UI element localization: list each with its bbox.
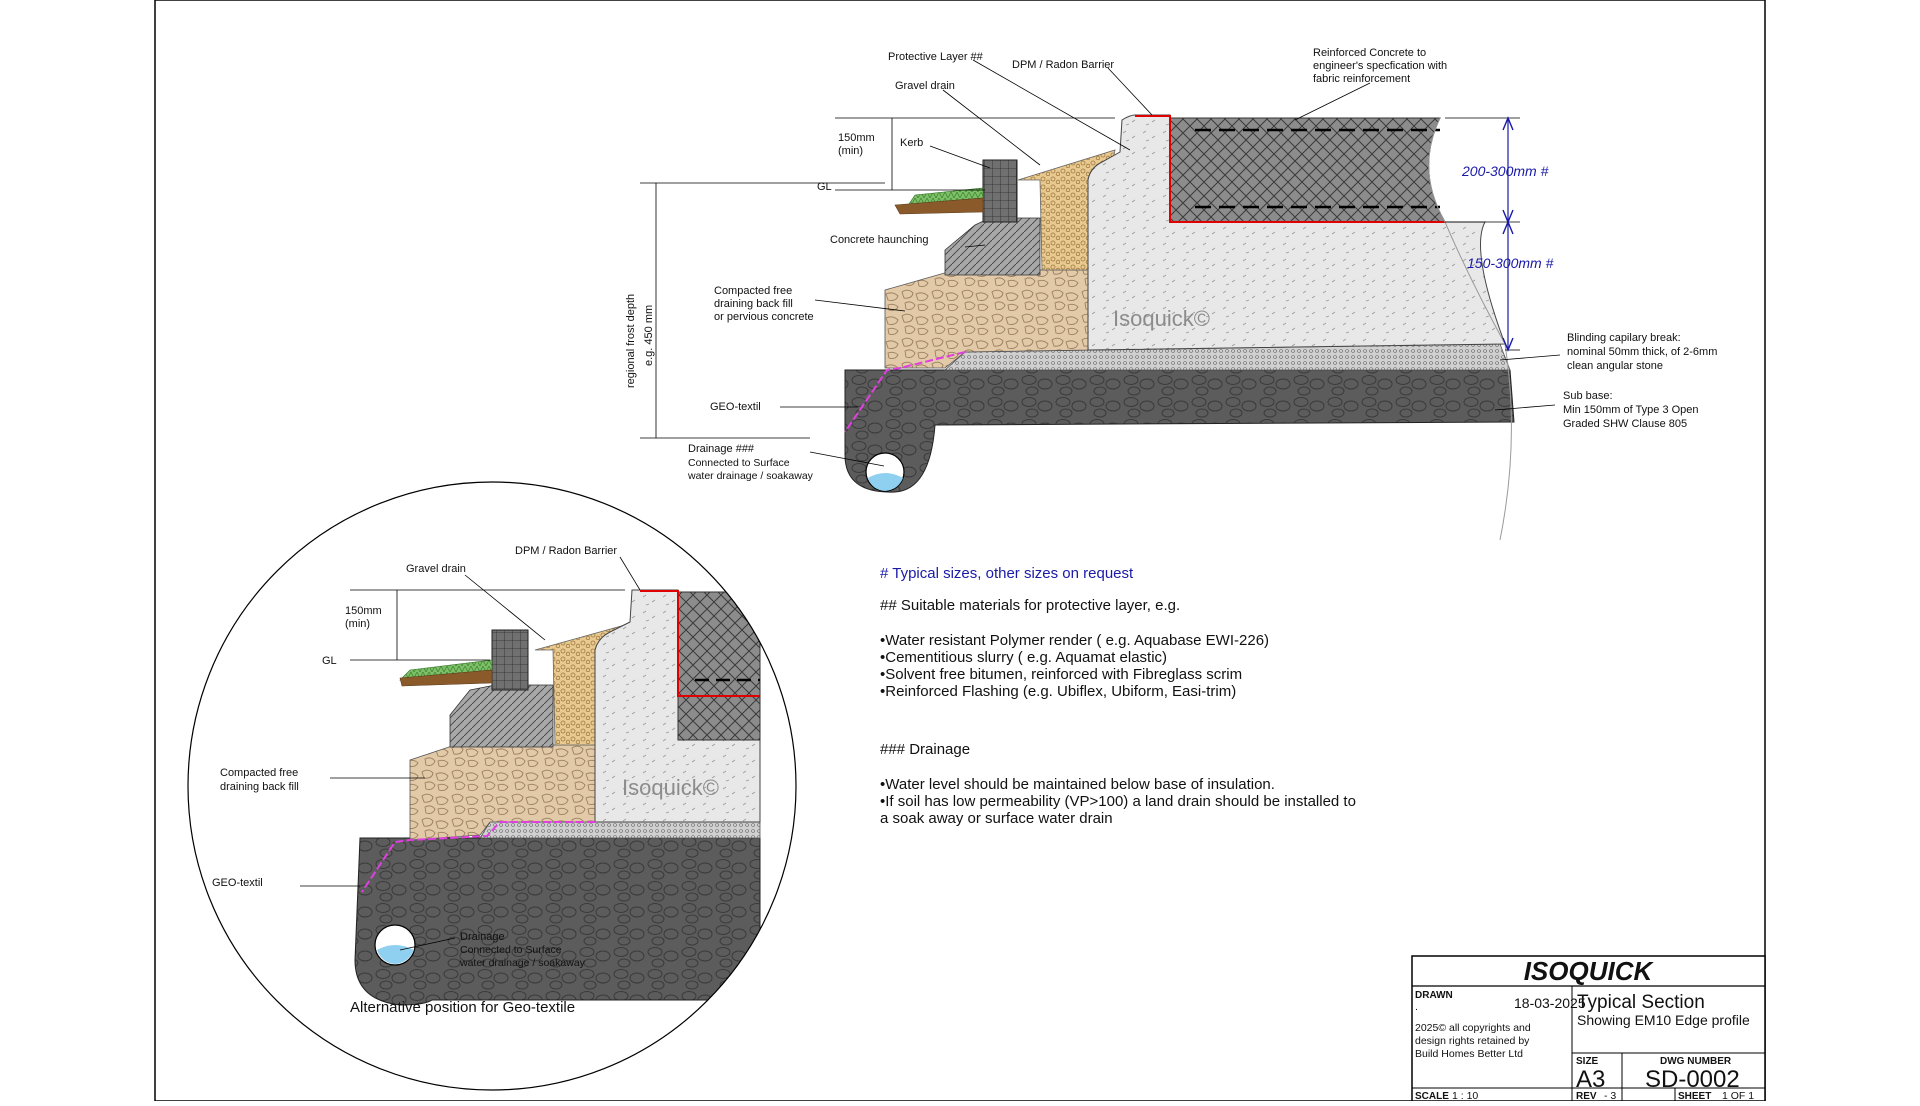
label-backfill-3: or pervious concrete bbox=[714, 311, 814, 323]
label-blinding-2: nominal 50mm thick, of 2-6mm bbox=[1567, 346, 1717, 358]
detail-label-backfill-2: draining back fill bbox=[220, 781, 299, 793]
tb-rev: - 3 bbox=[1604, 1090, 1616, 1101]
note-drainage-3: a soak away or surface water drain bbox=[880, 810, 1113, 827]
tb-copyright-1: 2025© all copyrights and bbox=[1415, 1022, 1531, 1034]
tb-drawn-label: DRAWN bbox=[1415, 990, 1453, 1001]
label-blinding-1: Blinding capilary break: bbox=[1567, 332, 1681, 344]
tb-sheet: 1 OF 1 bbox=[1722, 1090, 1754, 1101]
tb-title: Typical Section bbox=[1577, 992, 1705, 1013]
note-drainage-2: •If soil has low permeability (VP>100) a… bbox=[880, 793, 1356, 810]
label-150mm: 150mm bbox=[838, 132, 875, 144]
detail-slab bbox=[677, 591, 761, 741]
note-material-2: •Cementitious slurry ( e.g. Aquamat elas… bbox=[880, 649, 1167, 666]
note-material-3: •Solvent free bitumen, reinforced with F… bbox=[880, 666, 1242, 683]
label-frost-2: e.g. 450 mm bbox=[643, 305, 655, 366]
tb-sheet-label: SHEET bbox=[1678, 1091, 1711, 1101]
note-material-1: •Water resistant Polymer render ( e.g. A… bbox=[880, 632, 1269, 649]
tb-subtitle: Showing EM10 Edge profile bbox=[1577, 1012, 1750, 1028]
detail-label-dpm: DPM / Radon Barrier bbox=[515, 545, 617, 557]
title-block: ISOQUICK DRAWN . 18-03-2025 2025© all co… bbox=[1411, 955, 1766, 1102]
concrete-haunching bbox=[944, 217, 1041, 276]
label-protective-layer: Protective Layer ## bbox=[888, 51, 984, 63]
detail-label-min: (min) bbox=[345, 618, 370, 630]
main-watermark: Isoquick© bbox=[1113, 306, 1210, 331]
label-subbase-2: Min 150mm of Type 3 Open bbox=[1563, 404, 1699, 416]
label-gl: GL bbox=[817, 181, 832, 193]
note-typical: # Typical sizes, other sizes on request bbox=[880, 565, 1134, 582]
detail-sub-base bbox=[354, 837, 761, 1006]
label-drainage-3: water drainage / soakaway bbox=[687, 470, 814, 482]
tb-drawn-dot: . bbox=[1415, 1001, 1418, 1013]
label-subbase-3: Graded SHW Clause 805 bbox=[1563, 418, 1687, 430]
tb-scale: 1 : 10 bbox=[1452, 1090, 1478, 1101]
label-min: (min) bbox=[838, 145, 863, 157]
sub-base-layer bbox=[844, 369, 1515, 493]
label-drainage-2: Connected to Surface bbox=[688, 457, 790, 469]
label-backfill-1: Compacted free bbox=[714, 285, 792, 297]
note-materials-head: ## Suitable materials for protective lay… bbox=[880, 597, 1180, 614]
note-drainage-1: •Water level should be maintained below … bbox=[880, 776, 1275, 793]
tb-scale-label: SCALE bbox=[1415, 1091, 1449, 1101]
detail-label-gravel: Gravel drain bbox=[406, 563, 466, 575]
detail-label-gl: GL bbox=[322, 655, 337, 667]
detail-haunching bbox=[449, 684, 554, 748]
notes-block: # Typical sizes, other sizes on request … bbox=[880, 565, 1356, 827]
tb-copyright-2: design rights retained by bbox=[1415, 1035, 1530, 1047]
label-subbase-1: Sub base: bbox=[1563, 390, 1613, 402]
detail-watermark: Isoquick© bbox=[622, 775, 719, 800]
label-reinforced-2: engineer's specfication with bbox=[1313, 60, 1447, 72]
detail-label-drainage-3: water drainage / soakaway bbox=[459, 957, 586, 969]
detail-blinding bbox=[479, 821, 761, 839]
tb-company: ISOQUICK bbox=[1524, 956, 1655, 986]
label-kerb: Kerb bbox=[900, 137, 923, 149]
tb-copyright-3: Build Homes Better Ltd bbox=[1415, 1048, 1523, 1060]
note-drainage-head: ### Drainage bbox=[880, 741, 970, 758]
detail-caption: Alternative position for Geo-textile bbox=[350, 999, 575, 1016]
label-reinforced-3: fabric reinforcement bbox=[1313, 73, 1410, 85]
label-frost-1: regional frost depth bbox=[625, 294, 637, 388]
note-material-4: •Reinforced Flashing (e.g. Ubiflex, Ubif… bbox=[880, 683, 1236, 700]
detail-label-150: 150mm bbox=[345, 605, 382, 617]
concrete-slab bbox=[1169, 117, 1446, 223]
label-drainage-1: Drainage ### bbox=[688, 443, 755, 455]
tb-size: A3 bbox=[1576, 1066, 1605, 1093]
label-geo-textil: GEO-textil bbox=[710, 401, 761, 413]
label-dpm: DPM / Radon Barrier bbox=[1012, 59, 1114, 71]
detail-kerb bbox=[491, 629, 529, 691]
label-blinding-3: clean angular stone bbox=[1567, 360, 1663, 372]
detail-label-drainage-2: Connected to Surface bbox=[460, 944, 562, 956]
label-dim-150-300: 150-300mm # bbox=[1467, 255, 1554, 271]
tb-rev-label: REV bbox=[1576, 1091, 1597, 1101]
detail-label-backfill-1: Compacted free bbox=[220, 767, 298, 779]
tb-date: 18-03-2025 bbox=[1514, 995, 1586, 1011]
label-backfill-2: draining back fill bbox=[714, 298, 793, 310]
label-gravel-drain: Gravel drain bbox=[895, 80, 955, 92]
label-dim-200-300: 200-300mm # bbox=[1461, 163, 1549, 179]
tb-dwg: SD-0002 bbox=[1645, 1066, 1740, 1093]
kerb-block bbox=[982, 159, 1018, 223]
detail-label-geo: GEO-textil bbox=[212, 877, 263, 889]
drawing-sheet: Isoquick© Protective Layer ## DPM / Rado… bbox=[0, 0, 1920, 1102]
label-reinforced-1: Reinforced Concrete to bbox=[1313, 47, 1426, 59]
label-haunching: Concrete haunching bbox=[830, 234, 928, 246]
technical-drawing: Isoquick© Protective Layer ## DPM / Rado… bbox=[154, 0, 1766, 1102]
detail-label-drainage-1: Drainage bbox=[460, 931, 505, 943]
